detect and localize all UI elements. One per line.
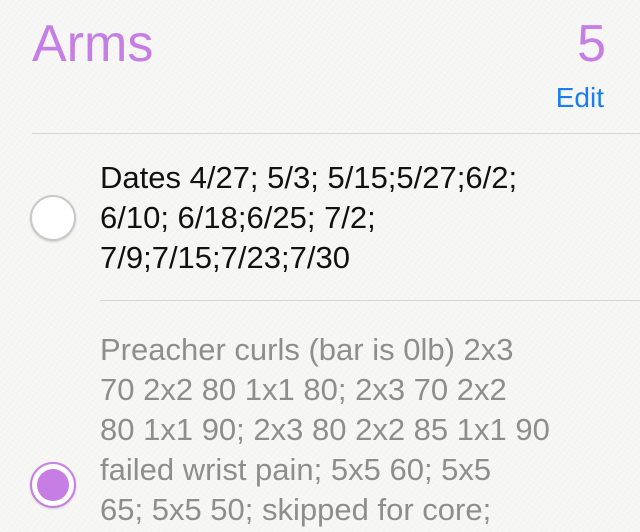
list-header: Arms 5 Edit	[0, 0, 640, 134]
reminder-count: 5	[577, 15, 606, 73]
list-title: Arms	[32, 15, 154, 73]
completed-circle-icon[interactable]	[30, 462, 76, 508]
item-divider	[100, 300, 640, 301]
edit-button[interactable]: Edit	[556, 82, 604, 114]
reminder-text[interactable]: Dates 4/27; 5/3; 5/15;5/27;6/2; 6/10; 6/…	[100, 158, 620, 278]
reminder-text[interactable]: Preacher curls (bar is 0lb) 2x3 70 2x2 8…	[100, 330, 620, 530]
completion-circle-icon[interactable]	[30, 195, 76, 241]
completed-dot-icon	[37, 469, 69, 501]
header-divider	[32, 133, 640, 134]
